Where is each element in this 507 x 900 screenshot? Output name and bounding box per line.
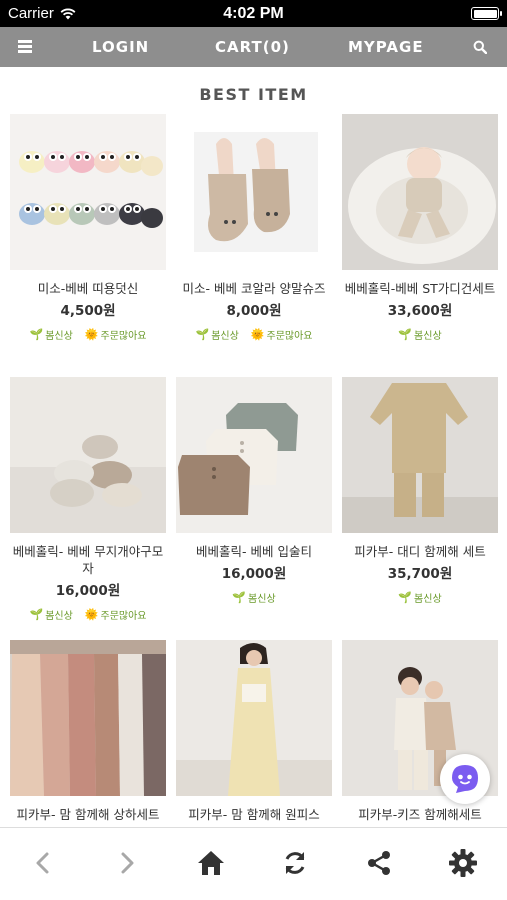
sun-icon: 🌞: [84, 608, 99, 621]
leaf-icon: 🌱: [232, 591, 247, 604]
badge-new-spring: 🌱 봄신상: [29, 328, 73, 342]
chat-bot-button[interactable]: [440, 754, 490, 804]
product-card[interactable]: 미소-베베 띠용덧신 4,500원 🌱 봄신상 🌞 주문많아요: [10, 114, 166, 342]
badge-new-spring: 🌱 봄신상: [195, 328, 239, 342]
chevron-left-icon: [36, 852, 49, 874]
product-image-koala-sock-shoes[interactable]: [176, 114, 332, 270]
badge-popular: 🌞 주문많아요: [250, 328, 313, 342]
product-badges: 🌱 봄신상 🌞 주문많아요: [10, 607, 166, 622]
product-name[interactable]: 미소- 베베 코알라 양말슈즈: [176, 280, 332, 297]
share-button[interactable]: [362, 846, 396, 880]
badge-popular: 🌞 주문많아요: [84, 328, 147, 342]
chevron-right-icon: [121, 852, 134, 874]
back-button[interactable]: [26, 846, 60, 880]
product-price: 16,000원: [221, 566, 287, 582]
product-badges: 🌱 봄신상: [342, 327, 498, 342]
status-time: 4:02 PM: [223, 5, 284, 22]
badge-new-spring: 🌱 봄신상: [29, 608, 73, 622]
product-card[interactable]: 베베홀릭-베베 ST가디건세트 33,600원 🌱 봄신상: [342, 114, 498, 342]
refresh-button[interactable]: [278, 846, 312, 880]
section-title: BEST ITEM: [199, 85, 308, 104]
product-price: 35,700원: [387, 566, 453, 582]
product-name[interactable]: 베베홀릭-베베 ST가디건세트: [342, 280, 498, 297]
refresh-icon: [285, 852, 305, 874]
battery-icon: [471, 7, 502, 20]
product-price: 4,500원: [60, 303, 116, 319]
status-bar: Carrier 4:02 PM: [0, 0, 507, 27]
product-card[interactable]: 베베홀릭- 베베 입술티 16,000원 🌱 봄신상: [176, 377, 332, 605]
product-name[interactable]: 피카부-키즈 함께해세트: [342, 806, 498, 823]
mypage-link[interactable]: MYPAGE: [348, 38, 424, 56]
product-name[interactable]: 베베홀릭- 베베 무지개야구모자: [10, 543, 166, 577]
product-image-rainbow-caps[interactable]: [10, 377, 166, 533]
settings-button[interactable]: [446, 846, 480, 880]
product-name[interactable]: 피카부- 맘 함께해 원피스: [176, 806, 332, 823]
leaf-icon: 🌱: [398, 591, 413, 604]
login-link[interactable]: LOGIN: [92, 38, 149, 56]
forward-button[interactable]: [110, 846, 144, 880]
cart-link[interactable]: CART(0): [215, 38, 290, 56]
product-card[interactable]: 미소- 베베 코알라 양말슈즈 8,000원 🌱 봄신상 🌞 주문많아요: [176, 114, 332, 342]
product-badges: 🌱 봄신상: [176, 590, 332, 605]
badge-new-spring: 🌱 봄신상: [398, 328, 442, 342]
badge-new-spring: 🌱 봄신상: [232, 591, 276, 605]
home-icon: [198, 851, 224, 875]
gear-icon: [449, 849, 477, 877]
product-price: 8,000원: [226, 303, 282, 319]
product-card[interactable]: 피카부- 맘 함께해 상하세트: [10, 640, 166, 823]
product-image-baby-socks[interactable]: [10, 114, 166, 270]
badge-new-spring: 🌱 봄신상: [398, 591, 442, 605]
product-name[interactable]: 베베홀릭- 베베 입술티: [176, 543, 332, 560]
main-content: BEST ITEM 미소-베베 띠용덧신 4,500원 🌱 봄신상 🌞 주문많아…: [0, 67, 507, 827]
sun-icon: 🌞: [84, 328, 99, 341]
product-badges: 🌱 봄신상: [342, 590, 498, 605]
product-price: 16,000원: [55, 583, 121, 599]
leaf-icon: 🌱: [29, 328, 44, 341]
product-name[interactable]: 피카부- 맘 함께해 상하세트: [10, 806, 166, 823]
share-icon: [368, 851, 390, 875]
product-card[interactable]: 피카부- 맘 함께해 원피스: [176, 640, 332, 823]
product-name[interactable]: 피카부- 대디 함께해 세트: [342, 543, 498, 560]
leaf-icon: 🌱: [29, 608, 44, 621]
sun-icon: 🌞: [250, 328, 265, 341]
top-nav: LOGIN CART(0) MYPAGE: [0, 27, 507, 67]
badge-popular: 🌞 주문많아요: [84, 608, 147, 622]
leaf-icon: 🌱: [195, 328, 210, 341]
home-button[interactable]: [194, 846, 228, 880]
product-badges: 🌱 봄신상 🌞 주문많아요: [10, 327, 166, 342]
product-card[interactable]: 베베홀릭- 베베 무지개야구모자 16,000원 🌱 봄신상 🌞 주문많아요: [10, 377, 166, 622]
product-name[interactable]: 미소-베베 띠용덧신: [10, 280, 166, 297]
product-image-lip-tee[interactable]: [176, 377, 332, 533]
product-card[interactable]: 피카부- 대디 함께해 세트 35,700원 🌱 봄신상: [342, 377, 498, 605]
chat-bot-icon: [452, 765, 478, 793]
product-image-daddy-set[interactable]: [342, 377, 498, 533]
bottom-toolbar: [0, 827, 507, 900]
product-badges: 🌱 봄신상 🌞 주문많아요: [176, 327, 332, 342]
search-icon[interactable]: [473, 40, 487, 54]
product-image-cardigan-set[interactable]: [342, 114, 498, 270]
product-image-mom-dress[interactable]: [176, 640, 332, 796]
product-image-mom-top-bottom-set[interactable]: [10, 640, 166, 796]
leaf-icon: 🌱: [398, 328, 413, 341]
product-price: 33,600원: [387, 303, 453, 319]
menu-icon[interactable]: [18, 40, 32, 53]
